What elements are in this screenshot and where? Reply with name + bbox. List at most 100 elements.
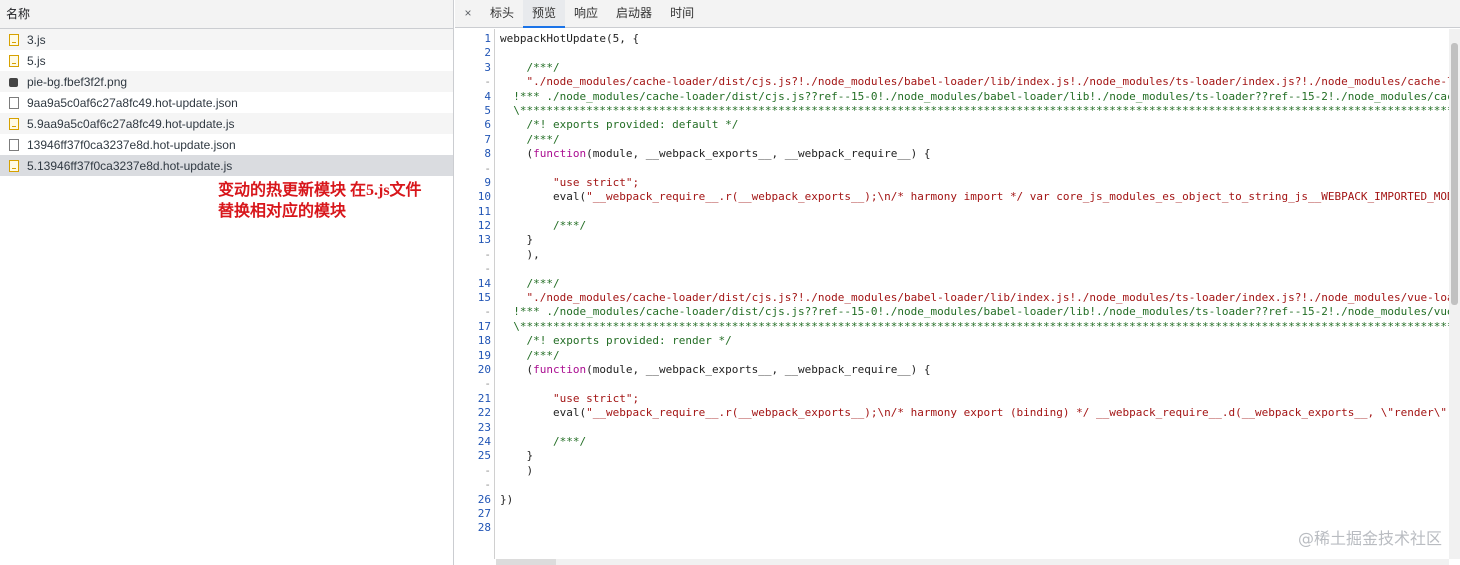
line-number: 11: [477, 204, 491, 218]
request-list: 3.js 5.js pie-bg.fbef3f2f.png 9aa9a5c0af6c2…: [0, 29, 453, 176]
request-name: 13946ff37f0ca3237e8d.hot-update.json: [27, 137, 236, 152]
line-number: -: [484, 247, 491, 261]
js-file-icon: [9, 54, 19, 67]
line-number: 17: [477, 319, 491, 333]
line-number: -: [484, 463, 491, 477]
line-number: 14: [477, 276, 491, 290]
document-file-icon: [9, 96, 19, 109]
request-row[interactable]: 5.js: [0, 50, 453, 71]
code-line: }): [500, 492, 514, 506]
devtools-network-panel: 名称 3.js 5.js pie-bg.fbef3f2f.png 9aa9a5c0af…: [0, 0, 1460, 565]
line-number: -: [484, 377, 491, 391]
tab-1[interactable]: 预览: [523, 0, 566, 28]
tab-3[interactable]: 启动器: [607, 0, 661, 27]
code-line: /***/: [500, 132, 560, 146]
request-list-panel: 名称 3.js 5.js pie-bg.fbef3f2f.png 9aa9a5c0af…: [0, 0, 454, 565]
code-line: /*! exports provided: default */: [500, 118, 739, 132]
line-number-gutter: 1 2 3-4 5 6 7 8-9 10 11 12 13- -14 15-17 18 19 20-21 22 2…: [455, 29, 495, 559]
line-number: -: [484, 305, 491, 319]
line-number: 3: [484, 60, 491, 74]
line-number: 5: [484, 103, 491, 117]
line-number: 25: [477, 449, 491, 463]
line-number: 24: [477, 434, 491, 448]
code-line: /*! exports provided: render */: [500, 334, 732, 348]
line-number: 8: [484, 147, 491, 161]
request-name: 9aa9a5c0af6c27a8fc49.hot-update.json: [27, 95, 238, 110]
request-row[interactable]: 13946ff37f0ca3237e8d.hot-update.json: [0, 134, 453, 155]
request-row[interactable]: 3.js: [0, 29, 453, 50]
code-line: /***/: [500, 276, 560, 290]
code-line: }: [500, 233, 534, 247]
line-number: 15: [477, 291, 491, 305]
code-line: "use strict";: [500, 391, 640, 405]
code-line: "./node_modules/cache-loader/dist/cjs.js…: [526, 291, 1460, 305]
code-line: \***************************************…: [513, 319, 1460, 333]
request-name: 3.js: [27, 32, 46, 47]
horizontal-scrollbar[interactable]: [496, 559, 1449, 565]
detail-tab-bar: × 标头 预览 响应 启动器 时间: [455, 0, 1460, 28]
tab-4[interactable]: 时间: [661, 0, 703, 27]
code-line: "use strict";: [500, 175, 640, 189]
js-file-icon: [9, 117, 19, 130]
request-name: 5.js: [27, 53, 46, 68]
line-number: -: [484, 478, 491, 492]
code-preview[interactable]: 1 2 3-4 5 6 7 8-9 10 11 12 13- -14 15-17 18 19 20-21 22 2…: [455, 29, 1460, 559]
code-line: webpackHotUpdate(5, {: [500, 32, 640, 45]
code-line: eval("__webpack_require__.r(__webpack_ex…: [500, 406, 1454, 420]
request-row[interactable]: 9aa9a5c0af6c27a8fc49.hot-update.json: [0, 92, 453, 113]
line-number: 20: [477, 362, 491, 376]
code-line: ),: [500, 247, 540, 261]
code-line: /***/: [500, 219, 587, 233]
line-number: 4: [484, 89, 491, 103]
line-number: 10: [477, 190, 491, 204]
js-file-icon: [9, 159, 19, 172]
image-file-icon: [9, 77, 18, 87]
line-number: 7: [484, 132, 491, 146]
code-line: ): [500, 463, 534, 477]
line-number: 18: [477, 334, 491, 348]
code-line: "./node_modules/cache-loader/dist/cjs.js…: [526, 75, 1460, 89]
watermark: @稀土掘金技术社区: [1297, 529, 1442, 548]
horizontal-scrollbar-thumb[interactable]: [496, 559, 556, 565]
line-number: 26: [477, 492, 491, 506]
tab-0[interactable]: 标头: [481, 0, 523, 27]
code-line: eval("__webpack_require__.r(__webpack_ex…: [500, 190, 1460, 204]
document-file-icon: [9, 138, 19, 151]
line-number: 6: [484, 118, 491, 132]
name-column-header[interactable]: 名称: [0, 0, 453, 29]
line-number: 2: [484, 46, 491, 60]
request-row[interactable]: pie-bg.fbef3f2f.png: [0, 71, 453, 92]
vertical-scrollbar-thumb[interactable]: [1451, 43, 1458, 305]
line-number: 13: [477, 233, 491, 247]
code-line: /***/: [500, 348, 560, 362]
request-name: pie-bg.fbef3f2f.png: [27, 74, 128, 89]
request-row[interactable]: 5.13946ff37f0ca3237e8d.hot-update.js: [0, 155, 453, 176]
code-line: !*** ./node_modules/cache-loader/dist/cj…: [513, 305, 1460, 319]
request-row[interactable]: 5.9aa9a5c0af6c27a8fc49.hot-update.js: [0, 113, 453, 134]
vertical-scrollbar[interactable]: [1449, 29, 1460, 559]
line-number: 9: [484, 175, 491, 189]
code-line: }: [500, 449, 534, 463]
line-number: 12: [477, 219, 491, 233]
request-name: 5.9aa9a5c0af6c27a8fc49.hot-update.js: [27, 116, 235, 131]
close-icon[interactable]: ×: [455, 0, 481, 27]
line-number: -: [484, 75, 491, 89]
js-file-icon: [9, 33, 19, 46]
tab-2[interactable]: 响应: [565, 0, 607, 27]
code-line: \***************************************…: [513, 103, 1460, 117]
code-line: (function(module, __webpack_exports__, _…: [500, 147, 931, 161]
preview-panel: × 标头 预览 响应 启动器 时间 1 2 3-4 5 6 7 8-9 10 11 12 13- -14 15-…: [455, 0, 1460, 565]
code-line: /***/: [500, 60, 560, 74]
code-content[interactable]: webpackHotUpdate(5, { /***/ "./node_modu…: [495, 29, 1460, 559]
code-line: /***/: [500, 434, 587, 448]
code-line: (function(module, __webpack_exports__, _…: [500, 362, 931, 376]
line-number: 23: [477, 420, 491, 434]
